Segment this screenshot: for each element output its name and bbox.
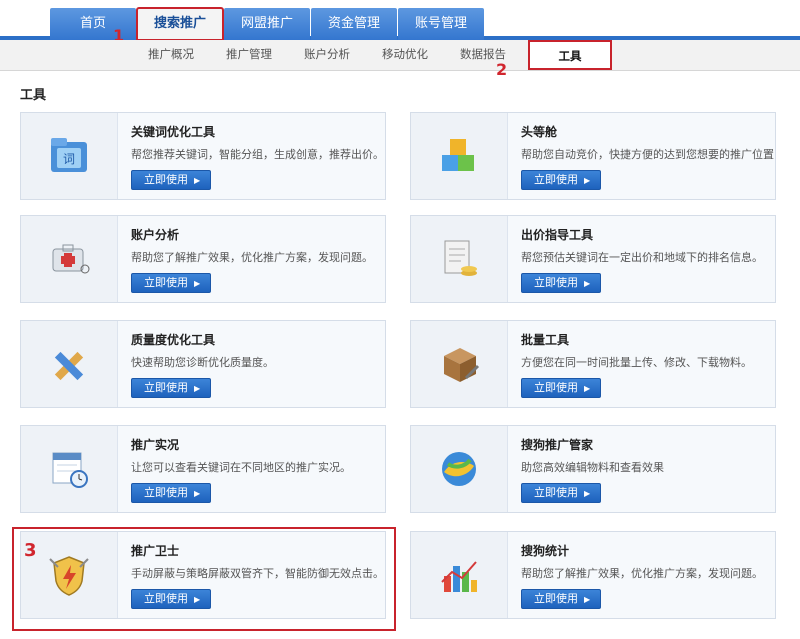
tool-card-sogou-manager: 搜狗推广管家 助您高效编辑物料和查看效果 立即使用 ▶ bbox=[410, 425, 776, 513]
use-now-button[interactable]: 立即使用 ▶ bbox=[521, 273, 602, 293]
tool-desc: 帮助您了解推广效果，优化推广方案，发现问题。 bbox=[521, 567, 763, 580]
tool-title: 关键词优化工具 bbox=[131, 125, 216, 139]
tool-desc: 助您高效编辑物料和查看效果 bbox=[521, 461, 664, 474]
marker-3: 3 bbox=[24, 540, 37, 561]
bar-chart-icon bbox=[411, 532, 508, 618]
play-arrow-icon: ▶ bbox=[194, 384, 201, 393]
play-arrow-icon: ▶ bbox=[584, 176, 591, 185]
tool-title: 推广实况 bbox=[131, 438, 180, 452]
tool-desc: 帮您推荐关键词，智能分组，生成创意，推荐出价。 bbox=[131, 148, 384, 161]
tool-desc: 帮助您自动竞价，快捷方便的达到您想要的推广位置 bbox=[521, 148, 774, 161]
button-label: 立即使用 bbox=[144, 173, 188, 186]
tool-title: 质量度优化工具 bbox=[131, 333, 216, 347]
play-arrow-icon: ▶ bbox=[584, 595, 591, 604]
tool-title: 批量工具 bbox=[521, 333, 570, 347]
sub-tab-mobile-optimization[interactable]: 移动优化 bbox=[366, 40, 444, 70]
play-arrow-icon: ▶ bbox=[194, 279, 201, 288]
sub-tab-account-analysis[interactable]: 账户分析 bbox=[288, 40, 366, 70]
play-arrow-icon: ▶ bbox=[194, 176, 201, 185]
tool-desc: 方便您在同一时间批量上传、修改、下载物料。 bbox=[521, 356, 752, 369]
use-now-button[interactable]: 立即使用 ▶ bbox=[521, 483, 602, 503]
tool-card-promotion-live: 推广实况 让您可以查看关键词在不同地区的推广实况。 立即使用 ▶ bbox=[20, 425, 386, 513]
main-tab-account-management[interactable]: 账号管理 bbox=[398, 8, 484, 40]
button-label: 立即使用 bbox=[534, 276, 578, 289]
button-label: 立即使用 bbox=[144, 486, 188, 499]
sub-tab-data-report[interactable]: 数据报告 bbox=[444, 40, 522, 70]
button-label: 立即使用 bbox=[534, 592, 578, 605]
tool-desc: 让您可以查看关键词在不同地区的推广实况。 bbox=[131, 461, 351, 474]
sub-tab-overview[interactable]: 推广概况 bbox=[132, 40, 210, 70]
tool-card-sogou-statistics: 搜狗统计 帮助您了解推广效果，优化推广方案，发现问题。 立即使用 ▶ bbox=[410, 531, 776, 619]
use-now-button[interactable]: 立即使用 ▶ bbox=[521, 378, 602, 398]
play-arrow-icon: ▶ bbox=[194, 489, 201, 498]
play-arrow-icon: ▶ bbox=[584, 489, 591, 498]
svg-text:词: 词 bbox=[63, 152, 75, 166]
use-now-button[interactable]: 立即使用 ▶ bbox=[131, 483, 212, 503]
marker-2: 2 bbox=[496, 60, 508, 79]
use-now-button[interactable]: 立即使用 ▶ bbox=[521, 589, 602, 609]
tool-card-bid-guidance: 出价指导工具 帮您预估关键词在一定出价和地域下的排名信息。 立即使用 ▶ bbox=[410, 215, 776, 303]
tool-title: 搜狗推广管家 bbox=[521, 438, 594, 452]
sub-tab-tools[interactable]: 工具 bbox=[528, 40, 612, 70]
tool-title: 出价指导工具 bbox=[521, 228, 594, 242]
use-now-button[interactable]: 立即使用 ▶ bbox=[131, 273, 212, 293]
tool-card-batch: 批量工具 方便您在同一时间批量上传、修改、下载物料。 立即使用 ▶ bbox=[410, 320, 776, 408]
tool-title: 搜狗统计 bbox=[521, 544, 570, 558]
tool-card-keyword-optimization: 词 关键词优化工具 帮您推荐关键词，智能分组，生成创意，推荐出价。 立即使用 ▶ bbox=[20, 112, 386, 200]
main-tab-network-promotion[interactable]: 网盟推广 bbox=[224, 8, 310, 40]
tool-desc: 帮助您了解推广效果，优化推广方案，发现问题。 bbox=[131, 251, 373, 264]
play-arrow-icon: ▶ bbox=[584, 384, 591, 393]
tool-desc: 快速帮助您诊断优化质量度。 bbox=[131, 356, 274, 369]
button-label: 立即使用 bbox=[144, 276, 188, 289]
medical-kit-icon bbox=[21, 216, 118, 302]
button-label: 立即使用 bbox=[534, 173, 578, 186]
button-label: 立即使用 bbox=[534, 486, 578, 499]
calendar-clock-icon bbox=[21, 426, 118, 512]
button-label: 立即使用 bbox=[144, 381, 188, 394]
tool-title: 账户分析 bbox=[131, 228, 180, 242]
highlight-promotion-guard bbox=[12, 527, 396, 631]
use-now-button[interactable]: 立即使用 ▶ bbox=[131, 170, 212, 190]
tool-card-first-class: 头等舱 帮助您自动竞价，快捷方便的达到您想要的推广位置 立即使用 ▶ bbox=[410, 112, 776, 200]
document-coins-icon bbox=[411, 216, 508, 302]
pencil-ruler-icon bbox=[21, 321, 118, 407]
tool-card-account-analysis: 账户分析 帮助您了解推广效果，优化推广方案，发现问题。 立即使用 ▶ bbox=[20, 215, 386, 303]
button-label: 立即使用 bbox=[534, 381, 578, 394]
folder-icon: 词 bbox=[21, 113, 118, 199]
sub-nav: 推广概况 推广管理 账户分析 移动优化 数据报告 工具 bbox=[0, 40, 800, 71]
main-tab-search-promotion[interactable]: 搜索推广 bbox=[136, 7, 224, 41]
use-now-button[interactable]: 立即使用 ▶ bbox=[521, 170, 602, 190]
section-title: 工具 bbox=[20, 88, 47, 103]
tool-desc: 帮您预估关键词在一定出价和地域下的排名信息。 bbox=[521, 251, 763, 264]
play-arrow-icon: ▶ bbox=[584, 279, 591, 288]
tool-title: 头等舱 bbox=[521, 125, 558, 139]
use-now-button[interactable]: 立即使用 ▶ bbox=[131, 378, 212, 398]
tool-card-quality-optimization: 质量度优化工具 快速帮助您诊断优化质量度。 立即使用 ▶ bbox=[20, 320, 386, 408]
box-tools-icon bbox=[411, 321, 508, 407]
blocks-icon bbox=[411, 113, 508, 199]
main-tab-fund-management[interactable]: 资金管理 bbox=[311, 8, 397, 40]
globe-icon bbox=[411, 426, 508, 512]
sub-tab-promotion-management[interactable]: 推广管理 bbox=[210, 40, 288, 70]
